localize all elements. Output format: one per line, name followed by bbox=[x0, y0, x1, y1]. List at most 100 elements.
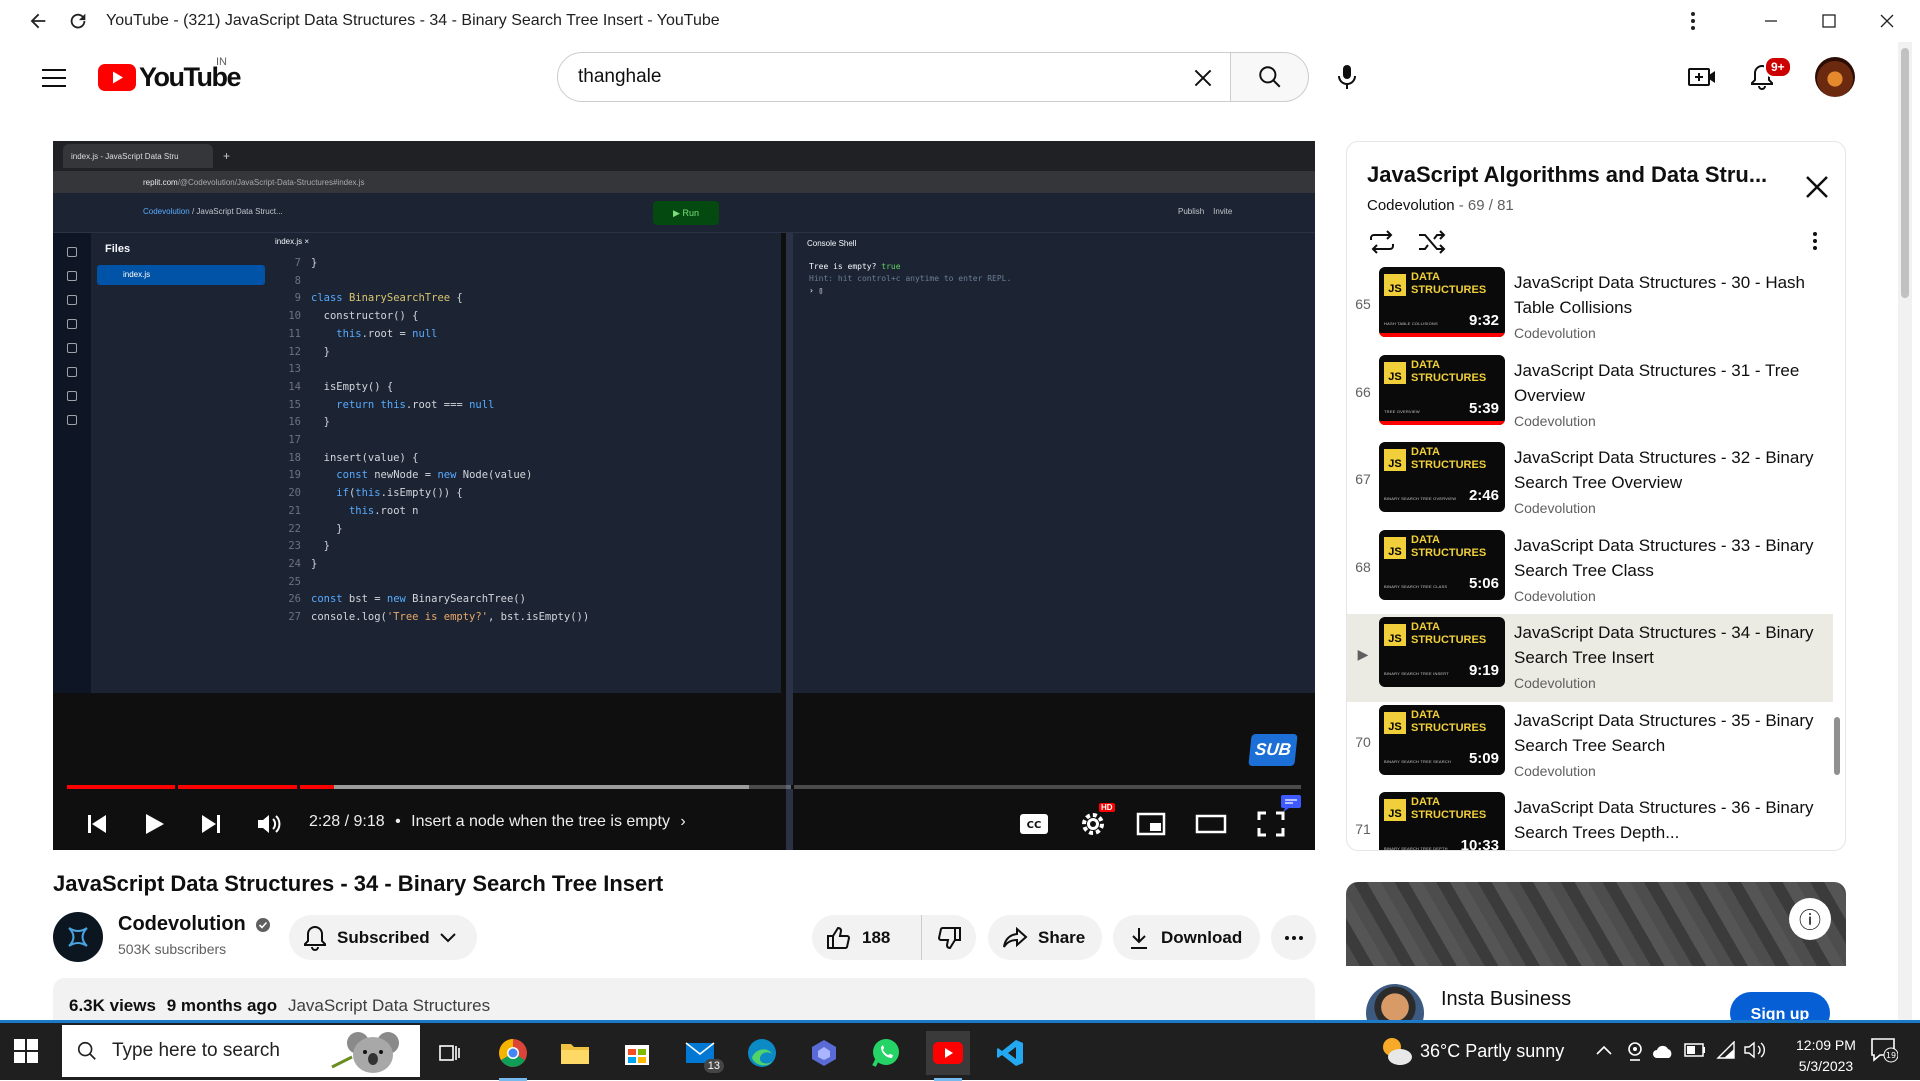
page-scrollbar[interactable] bbox=[1898, 42, 1912, 1022]
ad-card[interactable]: ⓘ Insta Business Sign up bbox=[1346, 882, 1846, 1042]
onedrive-icon[interactable] bbox=[1652, 1043, 1674, 1059]
playlist-item-title[interactable]: JavaScript Data Structures - 34 - Binary… bbox=[1514, 620, 1814, 670]
playlist-item-thumbnail[interactable]: JS DATA STRUCTURES BINARY SEARCH TREE OVERV… bbox=[1379, 442, 1505, 512]
webcam-icon[interactable] bbox=[1626, 1041, 1644, 1061]
taskbar-vscode[interactable] bbox=[988, 1031, 1032, 1075]
taskbar-power-automate[interactable] bbox=[802, 1031, 846, 1075]
playlist-item-title[interactable]: JavaScript Data Structures - 33 - Binary… bbox=[1514, 533, 1814, 583]
playlist-item-thumbnail[interactable]: JS DATA STRUCTURES BINARY SEARCH TREE DEPTH… bbox=[1379, 792, 1505, 850]
playlist-item[interactable]: 65 JS DATA STRUCTURES HASH TABLE COLLISIONS 9… bbox=[1347, 264, 1833, 352]
taskbar-edge[interactable] bbox=[740, 1031, 784, 1075]
progress-bar[interactable] bbox=[67, 785, 1301, 789]
taskbar-whatsapp[interactable] bbox=[864, 1031, 908, 1075]
playlist-item-channel[interactable]: Codevolution bbox=[1514, 325, 1814, 341]
more-actions-button[interactable] bbox=[1271, 915, 1316, 960]
kebab-menu-icon bbox=[1813, 232, 1817, 250]
playlist-item-thumbnail[interactable]: JS DATA STRUCTURES BINARY SEARCH TREE CLASS… bbox=[1379, 529, 1505, 600]
download-button[interactable]: Download bbox=[1113, 915, 1260, 960]
back-button[interactable] bbox=[18, 1, 58, 41]
taskbar-store[interactable] bbox=[615, 1031, 659, 1075]
playlist-channel[interactable]: Codevolution bbox=[1367, 197, 1455, 214]
playlist-item[interactable]: 67 JS DATA STRUCTURES BINARY SEARCH TREE OVE… bbox=[1347, 439, 1833, 527]
playlist-item[interactable]: 71 JS DATA STRUCTURES BINARY SEARCH TREE DEP… bbox=[1347, 789, 1833, 851]
playlist-item-channel[interactable]: Codevolution bbox=[1514, 675, 1814, 691]
taskbar-youtube[interactable] bbox=[926, 1031, 970, 1081]
playlist-item-channel[interactable]: Codevolution bbox=[1514, 588, 1814, 604]
playlist-item[interactable]: 66 JS DATA STRUCTURES TREE OVERVIEW 5:39 JavaS… bbox=[1347, 352, 1833, 440]
playlist-item[interactable]: 70 JS DATA STRUCTURES BINARY SEARCH TREE SEA… bbox=[1347, 702, 1833, 790]
action-center-button[interactable]: 19 bbox=[1870, 1037, 1898, 1063]
voice-search-button[interactable] bbox=[1326, 56, 1368, 98]
playlist-item-title[interactable]: JavaScript Data Structures - 36 - Binary… bbox=[1514, 795, 1814, 845]
playlist-item-title[interactable]: JavaScript Data Structures - 35 - Binary… bbox=[1514, 708, 1814, 758]
chapter-title[interactable]: Insert a node when the tree is empty bbox=[411, 813, 670, 830]
country-code: IN bbox=[216, 56, 227, 68]
subscribe-watermark[interactable]: SUB bbox=[1248, 734, 1298, 766]
description-hashtag[interactable]: JavaScript Data Structures bbox=[288, 996, 490, 1015]
gear-icon bbox=[1082, 813, 1104, 835]
wifi-icon[interactable] bbox=[1716, 1041, 1736, 1059]
next-button[interactable] bbox=[189, 801, 233, 847]
playlist-item-channel[interactable]: Codevolution bbox=[1514, 850, 1814, 851]
share-label: Share bbox=[1038, 927, 1086, 947]
channel-avatar[interactable] bbox=[53, 912, 103, 962]
maximize-button[interactable] bbox=[1800, 0, 1858, 42]
close-playlist-icon[interactable] bbox=[1802, 172, 1832, 202]
minimize-button[interactable] bbox=[1742, 0, 1800, 42]
speaker-icon[interactable] bbox=[1744, 1041, 1766, 1059]
theater-mode-button[interactable] bbox=[1187, 801, 1235, 847]
playlist-item-title[interactable]: JavaScript Data Structures - 31 - Tree O… bbox=[1514, 358, 1814, 408]
playlist-item-thumbnail[interactable]: JS DATA STRUCTURES HASH TABLE COLLISIONS 9:3… bbox=[1379, 267, 1505, 337]
subscribed-button[interactable]: Subscribed bbox=[289, 915, 477, 960]
loop-playlist-button[interactable] bbox=[1367, 230, 1397, 254]
playlist-item[interactable]: 68 JS DATA STRUCTURES BINARY SEARCH TREE CLA… bbox=[1347, 527, 1833, 615]
guide-menu-button[interactable] bbox=[38, 62, 70, 94]
video-player[interactable]: index.js - JavaScript Data Stru + replit… bbox=[53, 141, 1315, 850]
mute-button[interactable] bbox=[247, 801, 291, 847]
playlist-item-channel[interactable]: Codevolution bbox=[1514, 500, 1814, 516]
start-button[interactable] bbox=[14, 1039, 38, 1063]
task-view-button[interactable] bbox=[428, 1031, 472, 1075]
channel-name[interactable]: Codevolution bbox=[118, 913, 271, 936]
taskbar-mail[interactable]: 13 bbox=[678, 1031, 724, 1075]
chevron-up-icon[interactable] bbox=[1596, 1045, 1612, 1055]
comment-overlay-icon[interactable] bbox=[1277, 791, 1305, 815]
search-button[interactable] bbox=[1231, 52, 1309, 102]
clear-search-icon[interactable] bbox=[1190, 65, 1216, 91]
like-button[interactable]: 188 bbox=[812, 915, 922, 960]
playlist-item-thumbnail[interactable]: JS DATA STRUCTURES BINARY SEARCH TREE SEARC… bbox=[1379, 704, 1505, 775]
playlist-more-button[interactable] bbox=[1812, 230, 1818, 252]
playlist-item-channel[interactable]: Codevolution bbox=[1514, 763, 1814, 779]
playlist-item-text: JavaScript Data Structures - 30 - Hash T… bbox=[1514, 270, 1814, 341]
close-window-button[interactable] bbox=[1858, 0, 1916, 42]
playlist-item-title[interactable]: JavaScript Data Structures - 32 - Binary… bbox=[1514, 445, 1814, 495]
battery-icon[interactable] bbox=[1684, 1043, 1706, 1057]
share-button[interactable]: Share bbox=[988, 915, 1102, 960]
account-avatar[interactable] bbox=[1815, 57, 1855, 97]
shuffle-playlist-button[interactable] bbox=[1417, 230, 1447, 254]
captions-button[interactable]: CC bbox=[1010, 801, 1058, 847]
reload-button[interactable] bbox=[58, 1, 98, 41]
playlist-item-title[interactable]: JavaScript Data Structures - 30 - Hash T… bbox=[1514, 270, 1814, 320]
dislike-button[interactable] bbox=[922, 915, 976, 960]
playlist-title[interactable]: JavaScript Algorithms and Data Stru... bbox=[1367, 162, 1787, 188]
play-button[interactable] bbox=[133, 801, 177, 847]
playlist-item[interactable]: ▶ JS DATA STRUCTURES BINARY SEARCH TREE INSE… bbox=[1347, 614, 1833, 702]
youtube-logo[interactable]: YouTube IN bbox=[98, 56, 241, 93]
download-icon bbox=[1131, 927, 1147, 949]
playlist-item-channel[interactable]: Codevolution bbox=[1514, 413, 1814, 429]
playlist-item-thumbnail[interactable]: JS DATA STRUCTURES TREE OVERVIEW 5:39 bbox=[1379, 354, 1505, 425]
create-button[interactable] bbox=[1681, 56, 1723, 98]
playlist-item-thumbnail[interactable]: JS DATA STRUCTURES BINARY SEARCH TREE INSER… bbox=[1379, 617, 1505, 687]
browser-menu-button[interactable] bbox=[1664, 0, 1722, 42]
miniplayer-button[interactable] bbox=[1127, 801, 1175, 847]
taskbar-file-explorer[interactable] bbox=[553, 1031, 597, 1075]
page-scrollbar-thumb[interactable] bbox=[1901, 48, 1909, 298]
search-input[interactable]: thanghale bbox=[557, 52, 1231, 102]
ad-info-button[interactable]: ⓘ bbox=[1789, 898, 1831, 940]
previous-button[interactable] bbox=[75, 801, 119, 847]
taskbar-clock[interactable]: 12:09 PM 5/3/2023 bbox=[1796, 1035, 1856, 1077]
playlist-scrollbar[interactable] bbox=[1834, 717, 1840, 775]
taskbar-search-box[interactable]: Type here to search bbox=[62, 1025, 420, 1077]
taskbar-chrome[interactable] bbox=[491, 1031, 535, 1081]
